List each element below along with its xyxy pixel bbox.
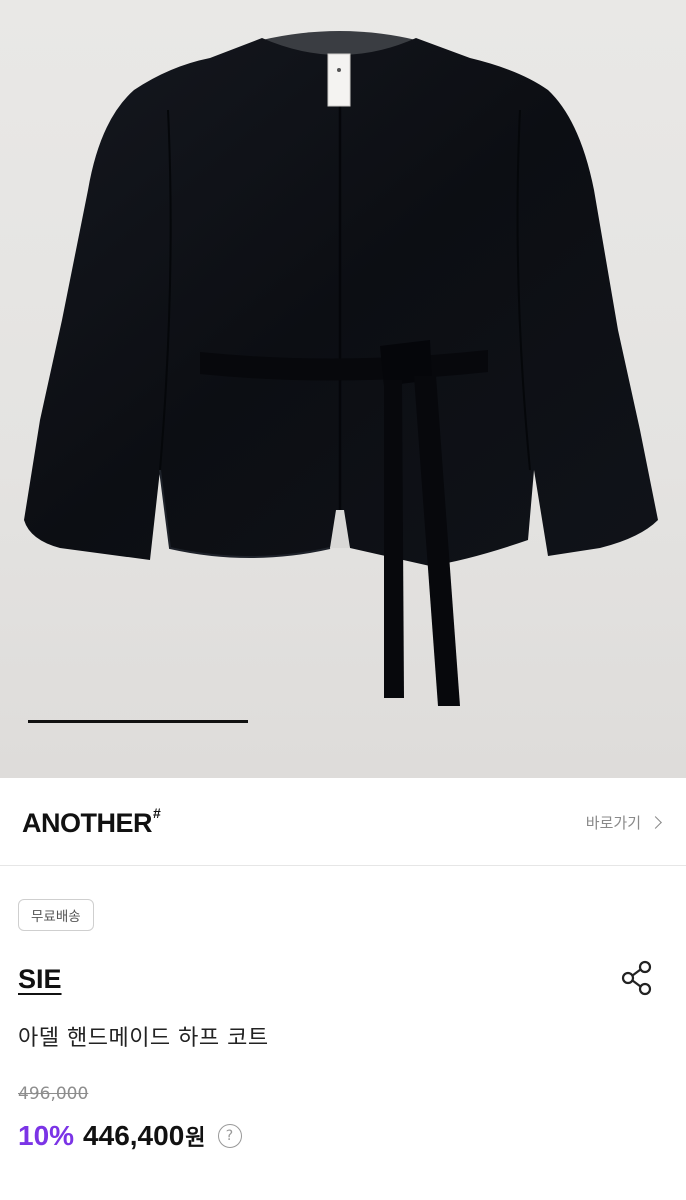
free-shipping-badge: 무료배송 — [18, 899, 94, 931]
brand-name: ANOTHER — [22, 808, 153, 838]
currency-unit: 원 — [185, 1126, 206, 1151]
brand-logo[interactable]: ANOTHER# — [22, 805, 161, 839]
share-icon[interactable] — [620, 960, 654, 996]
brand-mark: # — [153, 805, 161, 821]
chevron-right-icon — [649, 816, 662, 829]
original-price: 496,000 — [18, 1084, 89, 1104]
brand-shortcut-link[interactable]: 바로가기 — [585, 812, 662, 833]
product-image-gallery[interactable] — [0, 0, 686, 778]
gallery-progress-indicator — [28, 720, 248, 723]
brand-bar: ANOTHER# 바로가기 — [0, 778, 686, 866]
discount-rate: 10% — [18, 1120, 75, 1151]
price-help-icon[interactable]: ? — [217, 1124, 242, 1148]
seller-name-link[interactable]: SIE — [18, 964, 62, 995]
product-photo — [24, 31, 658, 706]
price-row: 10% 446,400 원 ? — [18, 1120, 242, 1152]
sale-price: 446,400 — [83, 1120, 185, 1151]
product-title: 아델 핸드메이드 하프 코트 — [18, 1026, 269, 1051]
brand-link-label: 바로가기 — [585, 814, 641, 832]
